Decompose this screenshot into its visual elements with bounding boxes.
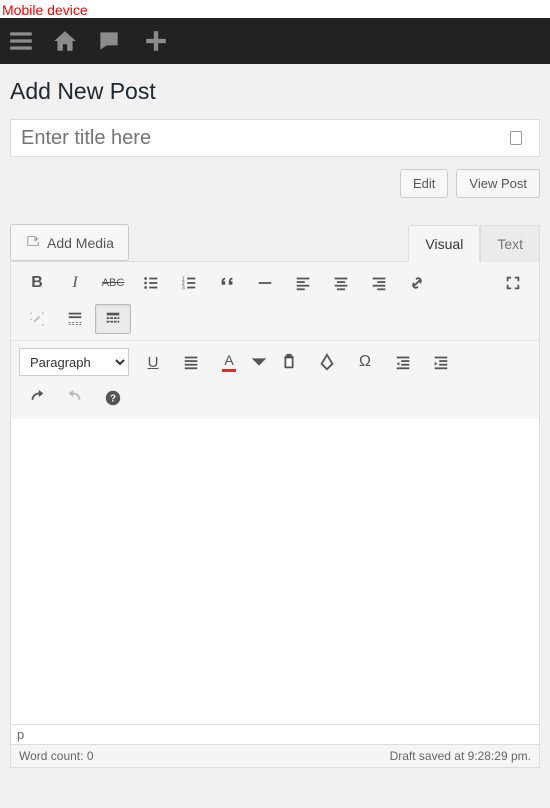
underline-icon[interactable]: U — [135, 347, 171, 377]
read-more-icon[interactable] — [57, 304, 93, 334]
align-center-icon[interactable] — [323, 268, 359, 298]
svg-text:?: ? — [110, 394, 116, 405]
permalink-row: Edit View Post — [10, 169, 540, 198]
comment-icon[interactable] — [94, 26, 124, 56]
text-color-dropdown-icon[interactable] — [249, 347, 269, 377]
format-select[interactable]: Paragraph — [19, 348, 129, 376]
home-icon[interactable] — [50, 26, 80, 56]
media-icon — [25, 233, 41, 252]
numbered-list-icon[interactable]: 123 — [171, 268, 207, 298]
help-icon[interactable]: ? — [95, 383, 131, 413]
special-char-icon[interactable]: Ω — [347, 347, 383, 377]
editor-content[interactable] — [11, 419, 539, 724]
toolbar-row-2: Paragraph U A Ω — [11, 340, 539, 383]
tab-visual[interactable]: Visual — [408, 225, 480, 262]
svg-text:3: 3 — [182, 285, 185, 291]
clear-formatting-icon[interactable] — [309, 347, 345, 377]
toolbar-row-1b — [11, 304, 539, 340]
toolbar-spacer — [437, 268, 493, 298]
outdent-icon[interactable] — [385, 347, 421, 377]
strikethrough-icon[interactable]: ABC — [95, 268, 131, 298]
paste-text-icon[interactable] — [271, 347, 307, 377]
editor-tabs: Visual Text — [408, 225, 540, 262]
plus-icon[interactable] — [138, 26, 174, 56]
add-media-button[interactable]: Add Media — [10, 224, 129, 261]
menu-icon[interactable] — [6, 26, 36, 56]
text-color-icon[interactable]: A — [211, 347, 247, 377]
italic-icon[interactable]: I — [57, 268, 93, 298]
align-justify-icon[interactable] — [173, 347, 209, 377]
unlink-icon[interactable] — [19, 304, 55, 334]
redo-icon[interactable] — [57, 383, 93, 413]
tab-text[interactable]: Text — [480, 225, 540, 262]
align-left-icon[interactable] — [285, 268, 321, 298]
title-wrap — [10, 119, 540, 157]
align-right-icon[interactable] — [361, 268, 397, 298]
bullet-list-icon[interactable] — [133, 268, 169, 298]
edit-button[interactable]: Edit — [400, 169, 448, 198]
fullscreen-icon[interactable] — [495, 268, 531, 298]
editor-path: p — [11, 724, 539, 744]
hr-icon[interactable] — [247, 268, 283, 298]
title-input[interactable] — [10, 119, 540, 157]
page-title: Add New Post — [10, 78, 540, 105]
link-icon[interactable] — [399, 268, 435, 298]
kitchen-sink-icon[interactable] — [95, 304, 131, 334]
toolbar-row-1: B I ABC 123 — [11, 262, 539, 304]
keyboard-badge-icon — [510, 131, 522, 145]
editor-status-bar: Word count: 0 Draft saved at 9:28:29 pm. — [11, 744, 539, 767]
device-label: Mobile device — [0, 0, 550, 18]
content-area: Add New Post Edit View Post Add Media Vi… — [0, 64, 550, 768]
media-tabs-row: Add Media Visual Text — [10, 224, 540, 261]
word-count: Word count: 0 — [19, 749, 94, 763]
add-media-label: Add Media — [47, 235, 114, 251]
indent-icon[interactable] — [423, 347, 459, 377]
blockquote-icon[interactable] — [209, 268, 245, 298]
bold-icon[interactable]: B — [19, 268, 55, 298]
undo-icon[interactable] — [19, 383, 55, 413]
view-post-button[interactable]: View Post — [456, 169, 540, 198]
toolbar-row-2b: ? — [11, 383, 539, 419]
draft-saved: Draft saved at 9:28:29 pm. — [390, 749, 531, 763]
admin-bar — [0, 18, 550, 64]
editor-container: B I ABC 123 Paragraph U A — [10, 261, 540, 768]
